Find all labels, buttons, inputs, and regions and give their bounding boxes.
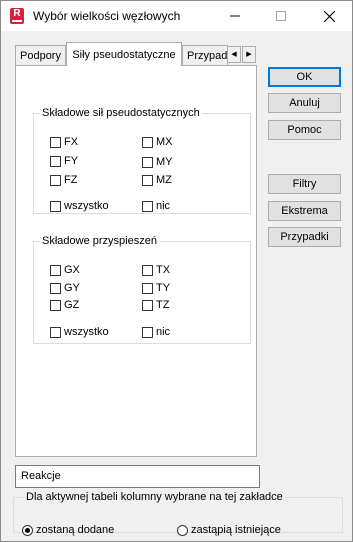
filters-button[interactable]: Filtry: [268, 174, 341, 194]
checkbox-label: GY: [64, 282, 80, 294]
checkbox-label: MX: [156, 136, 173, 148]
tab-podpory[interactable]: Podpory: [15, 45, 66, 65]
triangle-right-icon: ▶: [246, 51, 252, 58]
title-bar: R Wybór wielkości węzłowych: [1, 1, 352, 31]
checkbox-label: nic: [156, 326, 171, 338]
checkbox-gy[interactable]: GY: [50, 281, 80, 295]
radio-add-columns[interactable]: zostaną dodane: [22, 523, 114, 537]
close-button[interactable]: [306, 1, 352, 31]
radio-label: zastąpią istniejące: [191, 524, 281, 536]
window-title: Wybór wielkości węzłowych: [33, 9, 181, 23]
checkbox-fy[interactable]: FY: [50, 154, 78, 168]
maximize-icon: [276, 11, 286, 21]
checkbox-label: MY: [156, 156, 173, 168]
checkbox-none-accelerations[interactable]: nic: [142, 325, 170, 339]
column-mode-group-title: Dla aktywnej tabeli kolumny wybrane na t…: [26, 491, 283, 503]
checkbox-tx[interactable]: TX: [142, 263, 170, 277]
accelerations-group-title: Składowe przyspieszeń: [42, 235, 157, 247]
checkbox-all-accelerations[interactable]: wszystko: [50, 325, 109, 339]
checkbox-label: wszystko: [64, 326, 109, 338]
checkbox-my[interactable]: MY: [142, 155, 173, 169]
forces-group-title: Składowe sił pseudostatycznych: [42, 107, 200, 119]
minimize-button[interactable]: [212, 1, 258, 31]
checkbox-label: wszystko: [64, 200, 109, 212]
tab-scroll-arrows: ◀ ▶: [227, 46, 257, 63]
forces-group: Składowe sił pseudostatycznych FX MX FY …: [33, 107, 251, 214]
radio-label: zostaną dodane: [36, 524, 115, 536]
help-button[interactable]: Pomoc: [268, 120, 341, 140]
checkbox-label: MZ: [156, 174, 172, 186]
checkbox-label: TX: [156, 264, 171, 276]
reactions-field[interactable]: Reakcje: [15, 465, 260, 488]
checkbox-label: nic: [156, 200, 171, 212]
ok-button[interactable]: OK: [268, 67, 341, 87]
tab-panel: Składowe sił pseudostatycznych FX MX FY …: [15, 65, 257, 457]
triangle-left-icon: ◀: [231, 51, 237, 58]
checkbox-mz[interactable]: MZ: [142, 173, 172, 187]
tab-scroll-left-button[interactable]: ◀: [227, 46, 241, 63]
cancel-button[interactable]: Anuluj: [268, 93, 341, 113]
minimize-icon: [230, 15, 240, 17]
checkbox-gz[interactable]: GZ: [50, 298, 79, 312]
checkbox-tz[interactable]: TZ: [142, 298, 169, 312]
tab-przypadki[interactable]: Przypadki: [182, 45, 228, 65]
checkbox-ty[interactable]: TY: [142, 281, 170, 295]
checkbox-label: GZ: [64, 299, 80, 311]
checkbox-label: FX: [64, 136, 79, 148]
radio-replace-columns[interactable]: zastąpią istniejące: [177, 523, 281, 537]
checkbox-fx[interactable]: FX: [50, 135, 78, 149]
checkbox-label: TZ: [156, 299, 170, 311]
checkbox-none-forces[interactable]: nic: [142, 199, 170, 213]
close-icon: [323, 10, 335, 22]
checkbox-gx[interactable]: GX: [50, 263, 80, 277]
checkbox-mx[interactable]: MX: [142, 135, 173, 149]
checkbox-label: GX: [64, 264, 80, 276]
column-mode-group: Dla aktywnej tabeli kolumny wybrane na t…: [13, 491, 343, 536]
checkbox-label: TY: [156, 282, 171, 294]
checkbox-fz[interactable]: FZ: [50, 173, 77, 187]
cases-button[interactable]: Przypadki: [268, 227, 341, 247]
checkbox-all-forces[interactable]: wszystko: [50, 199, 109, 213]
app-logo-icon: R: [10, 8, 24, 24]
dialog-window: R Wybór wielkości węzłowych Podpory Siły…: [0, 0, 353, 542]
radio-selected-dot: [25, 527, 30, 533]
checkbox-label: FY: [64, 155, 79, 167]
tab-sily-pseudostatyczne[interactable]: Siły pseudostatyczne: [66, 42, 182, 66]
checkbox-label: FZ: [64, 174, 78, 186]
extremes-button[interactable]: Ekstrema: [268, 201, 341, 221]
tab-scroll-right-button[interactable]: ▶: [242, 46, 256, 63]
accelerations-group: Składowe przyspieszeń GX TX GY TY GZ TZ …: [33, 235, 251, 344]
maximize-button[interactable]: [258, 1, 304, 31]
